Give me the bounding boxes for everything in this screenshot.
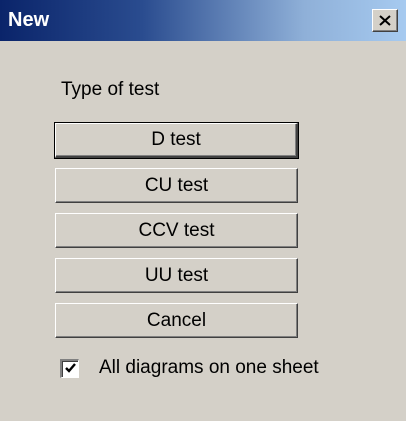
ccv-test-button[interactable]: CCV test <box>55 213 298 248</box>
all-diagrams-option[interactable]: All diagrams on one sheet <box>60 356 319 380</box>
title-bar[interactable]: New <box>0 0 406 42</box>
window-title: New <box>8 9 50 31</box>
type-of-test-label: Type of test <box>61 79 160 100</box>
d-test-button[interactable]: D test <box>54 122 299 159</box>
cancel-button[interactable]: Cancel <box>55 303 298 338</box>
checkmark-icon <box>64 363 76 373</box>
new-dialog: New Type of test D test CU test CCV test… <box>0 0 406 421</box>
close-button[interactable] <box>372 9 398 32</box>
close-icon <box>379 15 391 26</box>
uu-test-button[interactable]: UU test <box>55 258 298 293</box>
all-diagrams-label[interactable]: All diagrams on one sheet <box>99 356 319 380</box>
cu-test-button[interactable]: CU test <box>55 168 298 203</box>
all-diagrams-checkbox[interactable] <box>60 358 79 378</box>
